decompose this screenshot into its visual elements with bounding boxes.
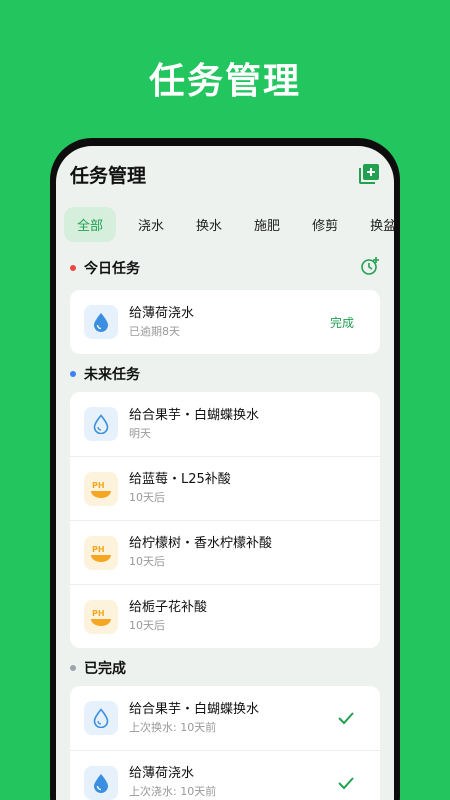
list-item[interactable]: 给薄荷浇水 已逾期8天 完成 xyxy=(70,290,380,354)
tab-water-change[interactable]: 换水 xyxy=(186,207,232,242)
completed-task-card: 给合果芋・白蝴蝶换水 上次换水: 10天前 给薄荷浇水 上次浇水: 10天前 xyxy=(70,686,380,800)
future-task-card: 给合果芋・白蝴蝶换水 明天 PH 给蓝莓・L25补酸 10天后 PH 给柠檬树・… xyxy=(70,392,380,648)
list-item[interactable]: 给合果芋・白蝴蝶换水 上次换水: 10天前 xyxy=(70,686,380,750)
task-name: 给合果芋・白蝴蝶换水 xyxy=(129,407,260,423)
promo-title: 任务管理 xyxy=(148,61,301,102)
svg-text:PH: PH xyxy=(92,609,105,618)
task-name: 给柠檬树・香水柠檬补酸 xyxy=(129,536,273,551)
task-due: 10天后 xyxy=(129,619,165,632)
task-name: 给薄荷浇水 xyxy=(129,305,195,321)
add-reminder-icon[interactable] xyxy=(360,256,380,280)
task-due: 已逾期8天 xyxy=(129,324,180,338)
page-title: 任务管理 xyxy=(70,164,147,187)
task-due: 10天后 xyxy=(129,491,165,504)
today-task-card: 给薄荷浇水 已逾期8天 完成 xyxy=(70,290,380,354)
list-item[interactable]: 给薄荷浇水 上次浇水: 10天前 xyxy=(70,750,380,800)
add-task-icon[interactable] xyxy=(358,163,380,185)
ph-icon: PH xyxy=(84,535,118,570)
svg-text:PH: PH xyxy=(92,481,105,490)
completed-dot xyxy=(70,665,76,671)
water-drop-icon xyxy=(84,765,118,800)
task-name: 给蓝莓・L25补酸 xyxy=(129,472,231,487)
section-title-today: 今日任务 xyxy=(84,261,140,277)
tab-all[interactable]: 全部 xyxy=(64,206,117,242)
today-dot xyxy=(70,265,76,271)
tab-repot[interactable]: 换盆 xyxy=(360,207,394,242)
list-item[interactable]: PH 给蓝莓・L25补酸 10天后 xyxy=(70,456,380,520)
list-item[interactable]: PH 给柠檬树・香水柠檬补酸 10天后 xyxy=(70,520,380,584)
checkmark-icon[interactable] xyxy=(336,708,356,728)
section-today-header: 今日任务 xyxy=(56,250,394,286)
tab-prune[interactable]: 修剪 xyxy=(302,207,348,242)
water-drop-outline-icon xyxy=(84,701,118,735)
complete-button[interactable]: 完成 xyxy=(330,314,354,331)
task-due: 10天后 xyxy=(129,555,165,568)
ph-icon: PH xyxy=(84,471,118,506)
section-future-header: 未来任务 xyxy=(56,356,394,392)
task-due: 明天 xyxy=(129,426,151,440)
category-tabs: 全部 浇水 换水 施肥 修剪 换盆 xyxy=(56,204,394,244)
list-item[interactable]: PH 给栀子花补酸 10天后 xyxy=(70,584,380,648)
task-last-done: 上次浇水: 10天前 xyxy=(129,785,217,798)
app-screen: 任务管理 全部 浇水 换水 施肥 修剪 换盆 今日任务 给薄荷浇水 已逾期8天 … xyxy=(56,146,394,800)
section-completed-header: 已完成 xyxy=(56,650,394,686)
tab-watering[interactable]: 浇水 xyxy=(128,207,174,242)
task-name: 给栀子花补酸 xyxy=(129,600,208,615)
section-title-future: 未来任务 xyxy=(84,367,140,383)
app-header: 任务管理 xyxy=(56,146,394,202)
future-dot xyxy=(70,371,76,377)
tab-fertilize[interactable]: 施肥 xyxy=(244,207,290,242)
svg-text:PH: PH xyxy=(92,545,105,554)
ph-icon: PH xyxy=(84,599,118,634)
list-item[interactable]: 给合果芋・白蝴蝶换水 明天 xyxy=(70,392,380,456)
water-drop-icon xyxy=(84,305,118,339)
checkmark-icon[interactable] xyxy=(336,773,356,793)
task-name: 给薄荷浇水 xyxy=(129,766,195,781)
task-name: 给合果芋・白蝴蝶换水 xyxy=(129,701,260,717)
task-last-done: 上次换水: 10天前 xyxy=(129,720,217,734)
water-drop-outline-icon xyxy=(84,407,118,441)
section-title-completed: 已完成 xyxy=(84,661,126,677)
